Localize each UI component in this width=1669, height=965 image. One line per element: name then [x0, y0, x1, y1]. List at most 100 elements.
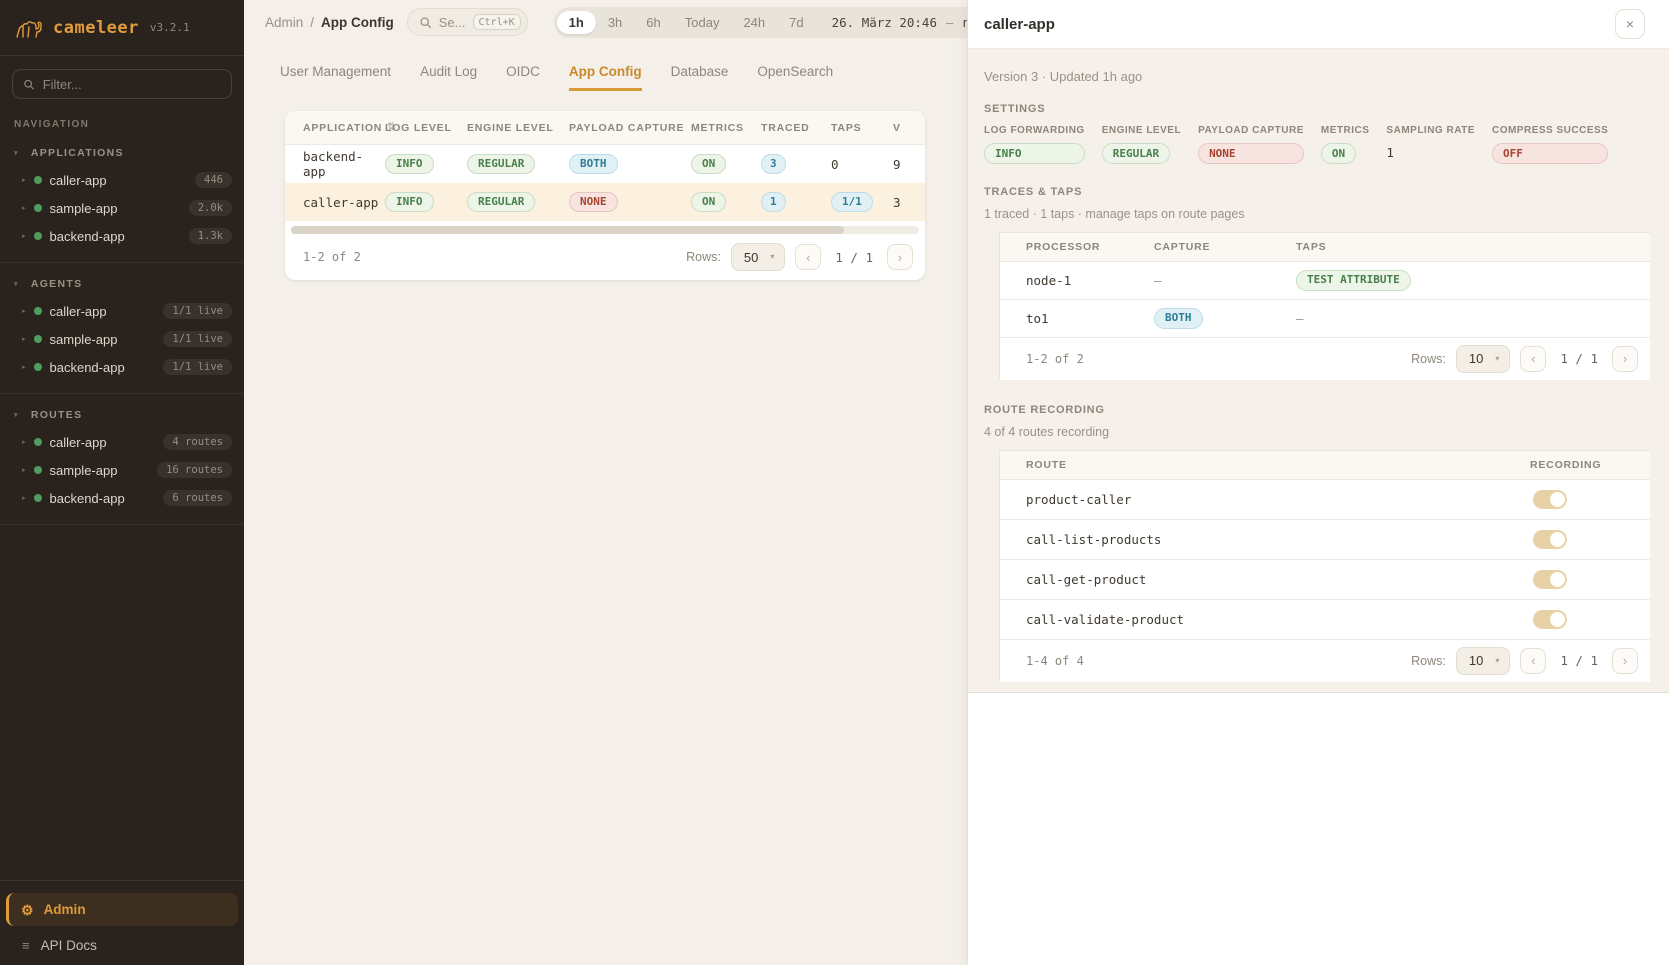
- field-label: LOG FORWARDING: [984, 125, 1085, 136]
- table-row-backend-app[interactable]: backend-app INFO REGULAR BOTH ON 3 0 9: [285, 145, 925, 183]
- filter-input[interactable]: [43, 77, 221, 92]
- sidebar-item-label: sample-app: [50, 201, 118, 216]
- recording-toggle[interactable]: [1533, 530, 1567, 549]
- search-shortcut-chip: Ctrl+K: [473, 14, 521, 30]
- section-header-routes[interactable]: ▾ ROUTES: [0, 404, 244, 428]
- recording-toggle[interactable]: [1533, 610, 1567, 629]
- cell-application: backend-app: [285, 149, 385, 179]
- next-page-button[interactable]: ›: [1612, 346, 1638, 372]
- sidebar-item-api-docs[interactable]: ≡ API Docs: [6, 926, 238, 955]
- next-page-button[interactable]: ›: [1612, 648, 1638, 674]
- section-header-applications[interactable]: ▾ APPLICATIONS: [0, 142, 244, 166]
- rows-per-page-label: Rows:: [1411, 654, 1446, 668]
- sidebar-item-caller-app-routes[interactable]: ▸ caller-app 4 routes: [0, 428, 244, 456]
- sidebar-item-label: caller-app: [50, 173, 107, 188]
- rows-per-page-select[interactable]: 10 ▾: [1456, 345, 1510, 373]
- traces-row-node-1[interactable]: node-1 — TEST ATTRIBUTE: [1000, 262, 1650, 300]
- previous-page-button[interactable]: ‹: [1520, 346, 1546, 372]
- range-button-1h[interactable]: 1h: [557, 11, 596, 34]
- sidebar-item-caller-app-agent[interactable]: ▸ caller-app 1/1 live: [0, 297, 244, 325]
- page-indicator: 1 / 1: [1556, 351, 1602, 366]
- toggle-knob: [1550, 492, 1565, 507]
- sidebar-item-backend-app-routes[interactable]: ▸ backend-app 6 routes: [0, 484, 244, 512]
- rows-per-page-select[interactable]: 50 ▾: [731, 243, 785, 271]
- field-metrics: METRICS ON: [1321, 125, 1370, 164]
- range-button-today[interactable]: Today: [673, 11, 732, 34]
- range-button-24h[interactable]: 24h: [731, 11, 777, 34]
- chevron-down-icon: ▾: [14, 150, 19, 157]
- range-button-3h[interactable]: 3h: [596, 11, 634, 34]
- route-row-product-caller[interactable]: product-caller: [1000, 480, 1650, 520]
- traced-badge: 3: [761, 154, 786, 175]
- sidebar-item-label: backend-app: [50, 360, 125, 375]
- settings-section-label: SETTINGS: [984, 103, 1649, 115]
- time-separator: —: [946, 15, 954, 30]
- route-row-call-list-products[interactable]: call-list-products: [1000, 520, 1650, 560]
- sidebar-item-sample-app-routes[interactable]: ▸ sample-app 16 routes: [0, 456, 244, 484]
- route-row-call-get-product[interactable]: call-get-product: [1000, 560, 1650, 600]
- pagination-range: 1-2 of 2: [1026, 352, 1084, 366]
- sidebar-item-admin[interactable]: ⚙ Admin: [6, 893, 238, 926]
- time-range-display[interactable]: 26. März 20:46 — now: [816, 15, 967, 30]
- search-button[interactable]: Se... Ctrl+K: [407, 8, 528, 36]
- status-dot: [34, 335, 42, 343]
- traces-row-to1[interactable]: to1 BOTH —: [1000, 300, 1650, 338]
- route-row-call-validate-product[interactable]: call-validate-product: [1000, 600, 1650, 640]
- tab-database[interactable]: Database: [671, 64, 729, 91]
- sidebar-filter[interactable]: [12, 69, 232, 99]
- recording-toggle[interactable]: [1533, 570, 1567, 589]
- tab-user-management[interactable]: User Management: [280, 64, 391, 91]
- previous-page-button[interactable]: ‹: [795, 244, 821, 270]
- tab-opensearch[interactable]: OpenSearch: [757, 64, 833, 91]
- cell-processor: to1: [1000, 311, 1154, 326]
- panel-header: caller-app ×: [968, 0, 1669, 48]
- next-page-button[interactable]: ›: [887, 244, 913, 270]
- gear-icon: ⚙: [21, 903, 34, 917]
- brand-name: cameleer: [53, 18, 139, 38]
- cell-route: call-get-product: [1000, 572, 1530, 587]
- status-dot: [34, 232, 42, 240]
- previous-page-button[interactable]: ‹: [1520, 648, 1546, 674]
- sidebar-item-badge: 446: [195, 172, 232, 188]
- breadcrumb-parent[interactable]: Admin: [265, 15, 303, 30]
- sidebar-item-backend-app-agent[interactable]: ▸ backend-app 1/1 live: [0, 353, 244, 381]
- field-payload-capture: PAYLOAD CAPTURE NONE: [1198, 125, 1304, 164]
- status-dot: [34, 204, 42, 212]
- time-from: 26. März 20:46: [832, 15, 937, 30]
- sidebar-footer: ⚙ Admin ≡ API Docs: [0, 880, 244, 965]
- breadcrumb: Admin / App Config: [265, 15, 394, 30]
- sidebar-section-agents: ▾ AGENTS ▸ caller-app 1/1 live ▸ sample-…: [0, 263, 244, 394]
- cell-route: call-validate-product: [1000, 612, 1530, 627]
- range-button-6h[interactable]: 6h: [634, 11, 672, 34]
- sidebar-item-backend-app[interactable]: ▸ backend-app 1.3k: [0, 222, 244, 250]
- sidebar-item-sample-app[interactable]: ▸ sample-app 2.0k: [0, 194, 244, 222]
- sidebar-section-applications: ▾ APPLICATIONS ▸ caller-app 446 ▸ sample…: [0, 132, 244, 263]
- tab-audit-log[interactable]: Audit Log: [420, 64, 477, 91]
- recording-toggle[interactable]: [1533, 490, 1567, 509]
- column-header-taps: TAPS: [1296, 241, 1496, 253]
- tab-app-config[interactable]: App Config: [569, 64, 642, 91]
- rows-per-page-select[interactable]: 10 ▾: [1456, 647, 1510, 675]
- table-pagination: 1-2 of 2 Rows: 50 ▾ ‹ 1 / 1 ›: [285, 234, 925, 280]
- chevron-right-icon: ▸: [22, 467, 26, 474]
- tab-oidc[interactable]: OIDC: [506, 64, 540, 91]
- sidebar-item-caller-app[interactable]: ▸ caller-app 446: [0, 166, 244, 194]
- admin-label: Admin: [44, 902, 86, 917]
- column-header-recording: RECORDING: [1530, 459, 1650, 471]
- pagination-range: 1-4 of 4: [1026, 654, 1084, 668]
- panel-footer-area: [968, 693, 1669, 965]
- sidebar-item-label: backend-app: [50, 229, 125, 244]
- cell-processor: node-1: [1000, 273, 1154, 288]
- sidebar-item-badge: 1/1 live: [163, 331, 232, 347]
- section-header-agents[interactable]: ▾ AGENTS: [0, 273, 244, 297]
- column-header-application[interactable]: APPLICATION ⇅: [285, 122, 385, 134]
- close-icon[interactable]: ×: [1615, 9, 1645, 39]
- tab-bar: User Management Audit Log OIDC App Confi…: [244, 44, 967, 91]
- rows-per-page-label: Rows:: [1411, 352, 1446, 366]
- column-header-metrics: METRICS: [691, 122, 761, 134]
- chevron-right-icon: ▸: [22, 495, 26, 502]
- table-row-caller-app-selected[interactable]: caller-app INFO REGULAR NONE ON 1 1/1 3: [285, 183, 925, 221]
- range-button-7d[interactable]: 7d: [777, 11, 815, 34]
- scrollbar-thumb[interactable]: [291, 226, 844, 234]
- sidebar-item-sample-app-agent[interactable]: ▸ sample-app 1/1 live: [0, 325, 244, 353]
